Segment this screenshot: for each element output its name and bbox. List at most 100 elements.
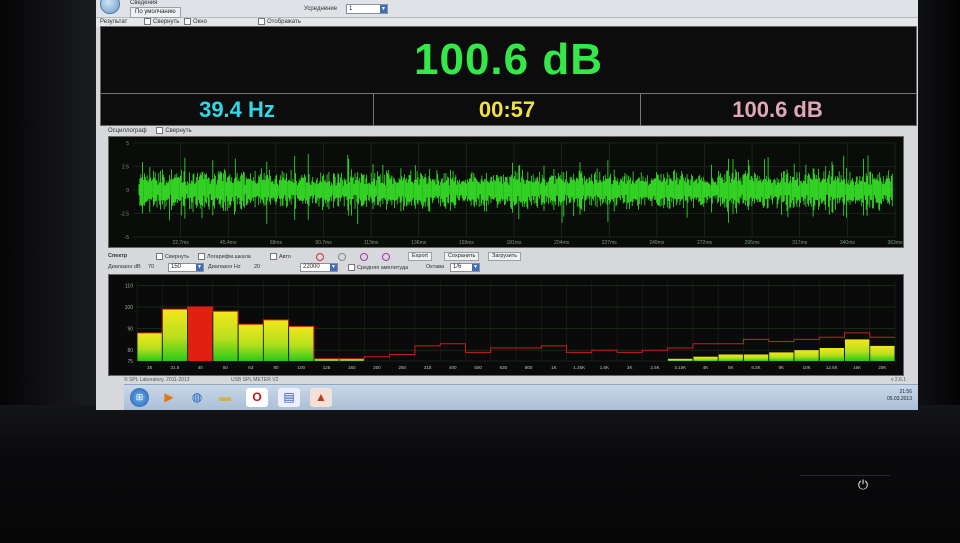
spectrum-x-tick: 200 (373, 365, 381, 370)
spectrum-x-tick: 400 (449, 365, 457, 370)
series-radio-red[interactable] (316, 253, 324, 261)
checkbox-icon (348, 264, 355, 271)
oscilloscope-panel: 5 2.5 0 -2.5 -5 22.7ms 45.4ms 68ms 90.7ms 113ms 13… (108, 136, 904, 248)
osc-x-tick: 363ms (887, 240, 903, 246)
spectrum-bar (238, 324, 263, 361)
osc-x-tick: 295ms (745, 240, 761, 246)
result-panel: 100.6 dB 39.4 Hz 00:57 100.6 dB (100, 26, 917, 126)
osc-x-tick: 272ms (697, 240, 713, 246)
oscilloscope-collapse-checkbox[interactable]: Свернуть (156, 126, 192, 134)
group-label: Сведения (130, 0, 158, 6)
spectrum-x-tick: 6.3K (751, 365, 760, 370)
spectrum-x-tick: 5K (728, 365, 734, 370)
chevron-down-icon: ▼ (380, 5, 387, 13)
collapse-label: Свернуть (165, 253, 190, 260)
spectrum-bar (668, 358, 693, 361)
osc-x-tick: 22.7ms (172, 240, 189, 246)
osc-y-tick: -2.5 (120, 212, 129, 218)
log-scale-checkbox[interactable]: Логарифм.шкала (198, 253, 251, 260)
range-db-min[interactable]: 70 (148, 264, 154, 270)
osc-x-tick: 204ms (554, 240, 570, 246)
version-text: v 2.6.1 (890, 377, 906, 383)
spectrum-bar (870, 345, 895, 361)
spectrum-y-tick: 75 (127, 359, 133, 365)
range-hz-max-select[interactable]: 22000 ▼ (300, 263, 338, 272)
checkbox-checked-icon (258, 18, 265, 25)
averaging-select[interactable]: 1 ▼ (346, 4, 388, 14)
save-button[interactable]: Сохранить (444, 252, 480, 261)
osc-x-tick: 249ms (649, 240, 665, 246)
windows-start-icon[interactable]: ⊞ (130, 388, 149, 407)
spl-meter-icon[interactable]: ▤ (278, 388, 300, 407)
spectrum-x-tick: 8K (779, 365, 785, 370)
range-db-label: Диапазон dB (108, 264, 141, 270)
octave-select[interactable]: 1/6 ▼ (450, 263, 480, 272)
spectrum-bar (845, 339, 870, 361)
spectrum-x-tick: 25 (147, 365, 153, 370)
spectrum-panel: 110 100 90 80 75 25 31.5 40 50 63 80 100 125 160 200 25… (108, 274, 904, 376)
load-button[interactable]: Загрузить (488, 252, 522, 261)
range-hz-label: Диапазон Hz (208, 264, 241, 270)
spectrum-bar (819, 348, 844, 361)
osc-x-tick: 90.7ms (315, 240, 332, 246)
folder-icon[interactable]: ▬ (214, 388, 236, 407)
spectrum-x-tick: 160 (348, 365, 356, 370)
taskbar: ⊞ ▶ ◍ ▬ O ▤ ▲ 21:56 05.03.2013 (124, 384, 918, 410)
tray-date: 05.03.2013 (886, 396, 912, 402)
opera-icon[interactable]: O (246, 388, 268, 407)
oscilloscope-waveform: 5 2.5 0 -2.5 -5 22.7ms 45.4ms 68ms 90.7ms 113ms 13… (120, 141, 903, 246)
range-db-max-select[interactable]: 150 ▼ (168, 263, 204, 272)
spectrum-y-tick: 90 (127, 327, 133, 333)
spectrum-bar (289, 326, 314, 361)
media-player-icon[interactable]: ▶ (158, 388, 180, 407)
spectrum-bar (213, 311, 238, 361)
spectrum-x-tick: 315 (424, 365, 432, 370)
power-icon[interactable]: ⏻ (856, 478, 870, 492)
frequency-readout: 39.4 Hz (199, 97, 275, 122)
spectrum-x-tick: 2K (627, 365, 633, 370)
spectrum-x-tick: 10K (803, 365, 811, 370)
elapsed-time-readout: 00:57 (373, 94, 641, 126)
spectrum-bar (263, 319, 289, 361)
auto-checkbox[interactable]: Авто (270, 253, 291, 260)
system-tray[interactable]: 21:56 05.03.2013 (887, 389, 912, 403)
osc-y-tick: -5 (125, 235, 130, 241)
osc-x-tick: 113ms (364, 240, 379, 246)
spectrum-x-tick: 1.6K (600, 365, 609, 370)
series-radio-purple[interactable] (360, 253, 368, 261)
app-window: Сведения По умолчанию Усреднение 1 ▼ Рез… (96, 0, 918, 410)
series-radio-gray[interactable] (338, 253, 346, 261)
series-radio-magenta[interactable] (382, 253, 390, 261)
spectrum-x-tick: 800 (525, 365, 533, 370)
spectrum-x-tick: 3.15K (674, 365, 686, 370)
browser-icon[interactable]: ◍ (186, 388, 208, 407)
display-label: Отображать (267, 19, 301, 26)
default-button[interactable]: По умолчанию (130, 7, 181, 18)
spectrum-x-tick: 80 (273, 365, 279, 370)
spectrum-bar (188, 306, 213, 361)
spectrum-x-tick: 100 (297, 365, 305, 370)
osc-x-tick: 159ms (459, 240, 475, 246)
osc-x-tick: 68ms (270, 240, 283, 246)
app-orb-icon[interactable] (100, 0, 120, 14)
export-button[interactable]: Export (408, 252, 432, 261)
copyright-text: © SPL Laboratory, 2011-2013 (124, 377, 190, 383)
spectrum-x-tick: 20K (878, 365, 886, 370)
spectrum-y-tick: 110 (125, 283, 133, 289)
averaging-label: Усреднение (304, 6, 338, 12)
oscilloscope-header: Осциллограф Свернуть (108, 126, 192, 136)
collapse-label: Свернуть (165, 128, 192, 134)
spectrum-x-tick: 500 (474, 365, 482, 370)
range-hz-min[interactable]: 20 (254, 264, 260, 270)
spectrum-collapse-checkbox[interactable]: Свернуть (156, 253, 189, 260)
peak-level-readout: 100.6 dB (732, 97, 823, 122)
osc-x-tick: 317ms (792, 240, 808, 246)
octave-value: 1/6 (453, 264, 462, 270)
chevron-down-icon: ▼ (330, 264, 337, 271)
range-hz-max-value: 22000 (303, 264, 320, 270)
spectrum-bar (718, 354, 743, 361)
avg-amplitude-checkbox[interactable]: Средняя амплитуда (348, 264, 408, 271)
paint-icon[interactable]: ▲ (310, 388, 332, 407)
spectrum-bar (769, 352, 794, 361)
spectrum-bar (693, 356, 718, 361)
